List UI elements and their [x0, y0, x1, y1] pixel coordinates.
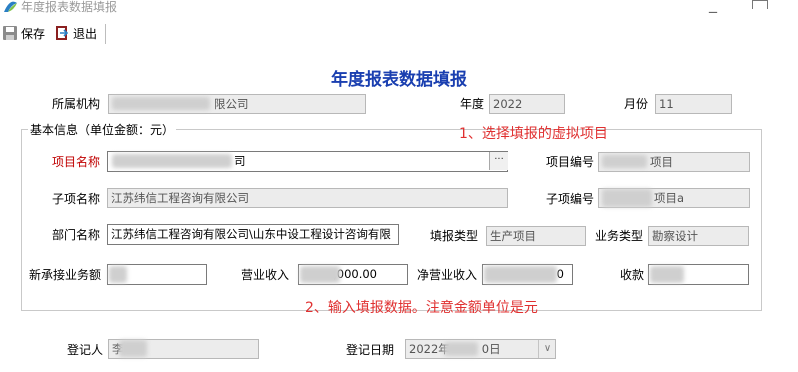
fill-type-field: 生产项目	[486, 226, 586, 246]
exit-icon	[56, 26, 69, 40]
redaction-blur	[444, 342, 478, 356]
biz-type-field: 勘察设计	[648, 226, 749, 246]
app-logo-icon	[4, 1, 17, 12]
dept-label: 部门名称	[52, 228, 101, 242]
annotation-note-1: 1、选择填报的虚拟项目	[459, 126, 608, 142]
save-icon	[3, 26, 17, 40]
maximize-button[interactable]	[752, 0, 768, 9]
redaction-blur	[650, 266, 684, 283]
redaction-blur	[119, 340, 147, 357]
save-button[interactable]: 保存	[2, 22, 45, 44]
reg-date-picker[interactable]: 2022年 0日	[405, 339, 556, 359]
basic-info-legend: 基本信息（单位金额：元）	[28, 121, 177, 138]
annotation-note-2: 2、输入填报数据。注意金额单位是元	[305, 300, 538, 316]
fill-type-label: 填报类型	[430, 229, 479, 243]
minimize-button[interactable]: _	[709, 0, 717, 13]
month-label: 月份	[624, 97, 649, 111]
project-code-label: 项目编号	[546, 155, 595, 169]
redaction-blur	[602, 189, 652, 207]
window-title: 年度报表数据填报	[21, 0, 118, 14]
sub-name-label: 子项名称	[52, 192, 101, 206]
redaction-blur	[300, 266, 340, 283]
year-label: 年度	[460, 97, 485, 111]
redaction-blur	[112, 97, 210, 110]
year-field: 2022	[489, 94, 565, 114]
new-contract-label: 新承接业务额	[29, 268, 102, 282]
reg-date-label: 登记日期	[346, 343, 395, 357]
exit-button-label: 退出	[73, 26, 98, 41]
redaction-blur	[112, 154, 232, 168]
org-label: 所属机构	[52, 97, 101, 111]
receipts-label: 收款	[620, 268, 645, 282]
sub-code-label: 子项编号	[546, 192, 595, 206]
exit-button[interactable]: 退出	[54, 22, 97, 44]
redaction-blur	[602, 155, 647, 168]
revenue-label: 营业收入	[241, 268, 290, 282]
month-field: 11	[655, 94, 732, 114]
redaction-blur	[484, 266, 557, 283]
biz-type-label: 业务类型	[595, 229, 644, 243]
page-title: 年度报表数据填报	[331, 70, 467, 90]
registrar-label: 登记人	[67, 343, 104, 357]
redaction-blur	[109, 266, 127, 283]
toolbar: 保存 退出	[0, 22, 798, 46]
save-button-label: 保存	[21, 26, 46, 41]
dept-field[interactable]: 江苏纬信工程咨询有限公司\山东中设工程设计咨询有限	[107, 224, 399, 245]
sub-name-field: 江苏纬信工程咨询有限公司	[107, 188, 508, 208]
title-bar: 年度报表数据填报 _	[0, 0, 798, 18]
project-picker-button[interactable]: ···	[489, 152, 508, 170]
toolbar-separator	[105, 24, 106, 44]
project-name-label: 项目名称	[52, 155, 101, 169]
chevron-down-icon[interactable]: ∨	[538, 340, 556, 358]
net-revenue-label: 净营业收入	[417, 268, 478, 282]
